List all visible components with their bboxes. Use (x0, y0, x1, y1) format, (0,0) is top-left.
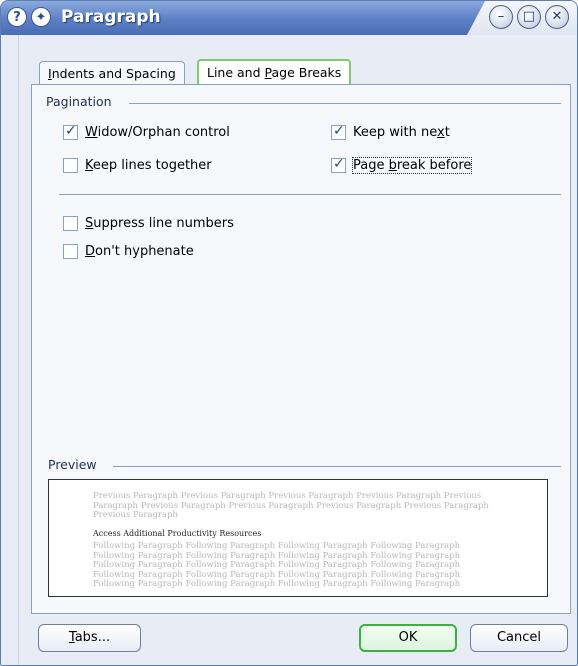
checkbox-box[interactable] (63, 215, 78, 231)
ok-button[interactable]: OK (359, 624, 457, 652)
widow-orphan-checkbox[interactable]: ✓ Widow/Orphan control (63, 123, 230, 141)
help-icon[interactable]: ? (7, 7, 27, 27)
page-break-before-checkbox[interactable]: ✓ Page break before (331, 155, 473, 174)
left-frame (1, 35, 19, 665)
option-label: Keep with next (353, 124, 450, 140)
pagination-rule (129, 103, 561, 104)
tab-label-pre: Line and (207, 65, 265, 80)
option-label: Don't hyphenate (85, 243, 194, 259)
tab-label-post: age Breaks (271, 65, 342, 80)
option-label: Suppress line numbers (85, 215, 234, 231)
option-label: Page break before (351, 156, 473, 174)
preview-previous-paragraph: Previous Paragraph Previous Paragraph Pr… (93, 491, 489, 520)
checkbox-box[interactable]: ✓ (63, 122, 78, 140)
preview-label: Preview (48, 457, 97, 472)
check-icon: ✓ (333, 122, 345, 139)
pin-icon[interactable]: ✦ (31, 7, 51, 27)
preview-following-paragraph: Following Paragraph Following Paragraph … (93, 541, 461, 589)
tabs-button[interactable]: Tabs... (38, 624, 141, 652)
cancel-button[interactable]: Cancel (470, 624, 568, 652)
check-icon: ✓ (333, 155, 345, 172)
tab-label-post: ndents and Spacing (51, 66, 176, 81)
options-divider (59, 194, 561, 195)
tab-accel: P (264, 65, 272, 80)
dialog-title: Paragraph (61, 7, 161, 27)
keep-with-next-checkbox[interactable]: ✓ Keep with next (331, 123, 450, 141)
preview-box: Previous Paragraph Previous Paragraph Pr… (48, 479, 548, 597)
tab-line-and-page-breaks[interactable]: Line and Page Breaks (197, 59, 352, 86)
suppress-line-numbers-checkbox[interactable]: Suppress line numbers (63, 214, 234, 232)
checkbox-box[interactable]: ✓ (331, 155, 346, 173)
tab-indents-and-spacing[interactable]: Indents and Spacing (39, 61, 185, 85)
preview-current-paragraph: Access Additional Productivity Resources (93, 528, 262, 538)
checkbox-box[interactable] (63, 157, 78, 173)
minimize-button[interactable]: – (489, 5, 513, 29)
pagination-label: Pagination (46, 94, 112, 109)
dont-hyphenate-checkbox[interactable]: Don't hyphenate (63, 242, 194, 260)
preview-rule (113, 466, 561, 467)
keep-lines-together-checkbox[interactable]: Keep lines together (63, 156, 212, 174)
paragraph-dialog: ? ✦ Paragraph – □ ✕ Indents and Spacing … (0, 0, 578, 666)
maximize-button[interactable]: □ (517, 5, 541, 29)
title-bar[interactable]: ? ✦ Paragraph – □ ✕ (1, 1, 577, 35)
close-button[interactable]: ✕ (545, 5, 569, 29)
option-label: Widow/Orphan control (85, 124, 230, 140)
option-label: Keep lines together (85, 157, 212, 173)
checkbox-box[interactable]: ✓ (331, 122, 346, 140)
check-icon: ✓ (65, 122, 77, 139)
checkbox-box[interactable] (63, 243, 78, 259)
